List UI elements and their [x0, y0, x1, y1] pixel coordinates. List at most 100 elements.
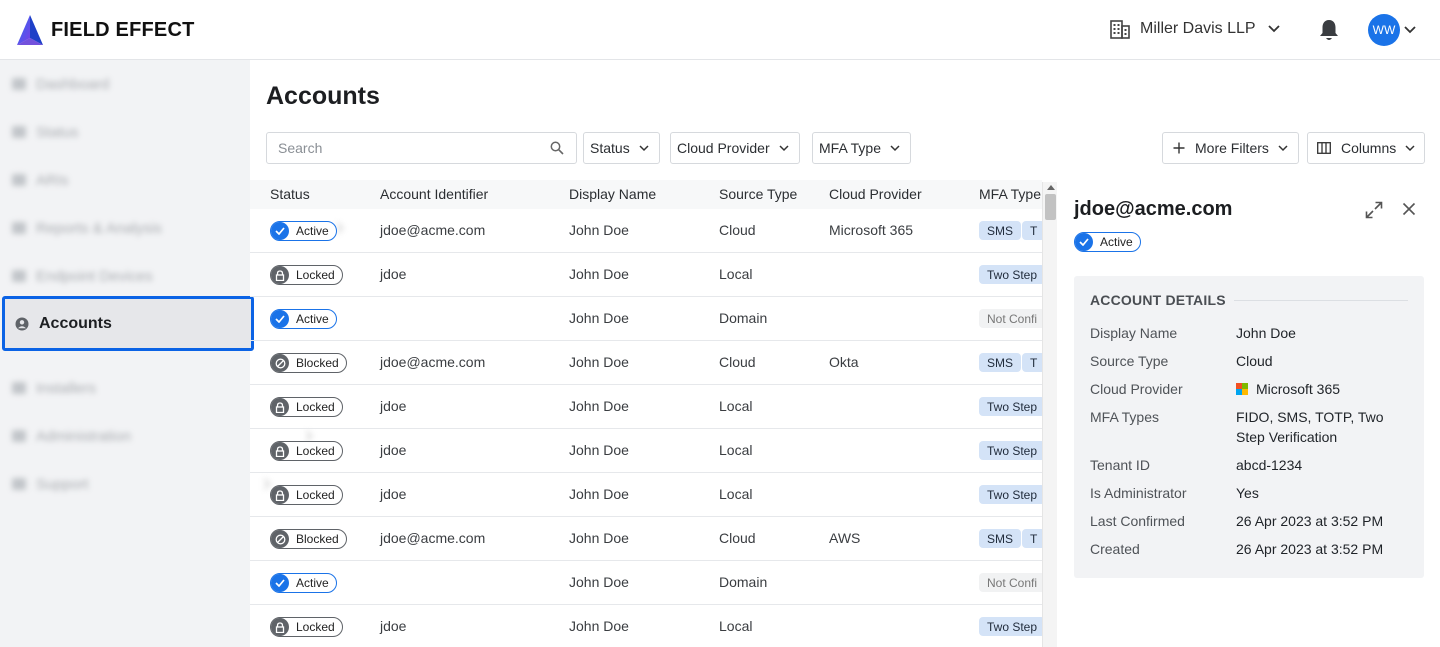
- mfa-chip: SMS: [979, 529, 1022, 548]
- field-value: John Doe: [1236, 325, 1296, 341]
- table-row[interactable]: Blocked jdoe@acme.com John Doe Cloud AWS SMS T: [250, 517, 1042, 561]
- detail-title: jdoe@acme.com: [1074, 198, 1233, 220]
- column-header-display-name[interactable]: Display Name: [569, 186, 656, 202]
- sidebar-item-administration[interactable]: Administration: [12, 424, 313, 448]
- mfa-chip: T: [1022, 221, 1042, 240]
- mfa-chip: Two Step: [979, 485, 1042, 504]
- organization-switcher[interactable]: Miller Davis LLP: [1110, 19, 1280, 39]
- mfa-chip: SMS: [979, 353, 1022, 372]
- expand-icon[interactable]: [1365, 201, 1383, 219]
- mfa-chip: T: [1022, 529, 1042, 548]
- more-filters-label: More Filters: [1195, 140, 1269, 156]
- source-type-cell: Local: [719, 442, 753, 458]
- user-menu[interactable]: WW: [1368, 14, 1416, 46]
- page-title: Accounts: [266, 82, 380, 110]
- brand-name: FIELD EFFECT: [51, 18, 195, 41]
- sidebar-item-installers[interactable]: Installers: [12, 376, 96, 400]
- sidebar-item-status[interactable]: Status: [12, 120, 79, 144]
- source-type-cell: Local: [719, 486, 753, 502]
- column-header-account-identifier[interactable]: Account Identifier: [380, 186, 488, 202]
- grid-icon: [12, 78, 26, 90]
- status-badge: Locked: [270, 485, 343, 505]
- close-icon[interactable]: [1402, 202, 1416, 216]
- column-header-status[interactable]: Status: [270, 186, 310, 202]
- status-badge-label: Locked: [296, 488, 335, 502]
- field-value-cloud-provider: Microsoft 365: [1236, 379, 1411, 399]
- account-details-heading: ACCOUNT DETAILS: [1090, 292, 1226, 308]
- status-badge: Locked: [270, 441, 343, 461]
- status-filter-dropdown[interactable]: Status: [583, 132, 660, 164]
- display-name-cell: John Doe: [569, 574, 629, 590]
- lock-icon: [271, 618, 289, 636]
- table-row[interactable]: Locked jdoe John Doe Local Two Step: [250, 385, 1042, 429]
- account-identifier-cell: jdoe: [380, 398, 407, 414]
- sidebar-item-accounts[interactable]: Accounts: [2, 296, 254, 351]
- columns-icon: [1317, 142, 1331, 154]
- blocked-icon: [271, 354, 289, 372]
- cloud-provider-cell: Okta: [829, 354, 859, 370]
- table-row[interactable]: Locked jdoe John Doe Local Two Step: [250, 429, 1042, 473]
- mfa-chip: SMS: [979, 221, 1022, 240]
- status-badge: Locked: [270, 265, 343, 285]
- account-identifier-cell: jdoe: [380, 442, 407, 458]
- table-row[interactable]: Locked jdoe John Doe Local Two Step: [250, 605, 1042, 647]
- field-label: Created: [1090, 541, 1140, 557]
- search-input[interactable]: [266, 132, 577, 164]
- table-row[interactable]: Active John Doe Domain Not Confi: [250, 297, 1042, 341]
- source-type-cell: Domain: [719, 310, 768, 326]
- table-row[interactable]: Blocked jdoe@acme.com John Doe Cloud Okta SMS…: [250, 341, 1042, 385]
- status-badge-label: Blocked: [296, 532, 339, 546]
- status-badge: Active: [270, 309, 337, 329]
- table-scrollbar[interactable]: [1042, 182, 1057, 647]
- account-identifier-cell: jdoe: [380, 618, 407, 634]
- scrollbar-thumb[interactable]: [1045, 194, 1056, 220]
- table-row[interactable]: Active jdoe@acme.com John Doe Cloud Microsof…: [250, 209, 1042, 253]
- sidebar-item-reports[interactable]: Reports & Analysis: [12, 216, 344, 240]
- more-filters-button[interactable]: More Filters: [1162, 132, 1299, 164]
- alert-icon: [12, 174, 26, 186]
- lock-icon: [271, 398, 289, 416]
- column-header-source-type[interactable]: Source Type: [719, 186, 797, 202]
- status-badge-label: Locked: [296, 444, 335, 458]
- notifications-bell-icon[interactable]: [1318, 18, 1340, 42]
- user-circle-icon: [15, 317, 29, 330]
- table-row[interactable]: Active John Doe Domain Not Confi: [250, 561, 1042, 605]
- field-label: Is Administrator: [1090, 485, 1187, 501]
- display-name-cell: John Doe: [569, 354, 629, 370]
- display-name-cell: John Doe: [569, 486, 629, 502]
- scroll-up-arrow-icon[interactable]: [1047, 185, 1055, 190]
- mfa-type-filter-dropdown[interactable]: MFA Type: [812, 132, 911, 164]
- table-row[interactable]: Locked jdoe John Doe Local Two Step: [250, 473, 1042, 517]
- sidebar-item-label: ARIs: [36, 171, 69, 189]
- field-value: Yes: [1236, 485, 1259, 501]
- source-type-cell: Local: [719, 266, 753, 282]
- sidebar-item-label: Dashboard: [36, 75, 110, 93]
- sidebar-item-label: Installers: [36, 379, 97, 397]
- lock-icon: [271, 266, 289, 284]
- sidebar: Dashboard Status ARIs Reports & Analysis…: [0, 60, 344, 647]
- sidebar-item-label: Reports & Analysis: [36, 219, 162, 237]
- mfa-chip: T: [1022, 353, 1042, 372]
- sidebar-item-endpoint-devices[interactable]: Endpoint Devices: [12, 264, 153, 288]
- chevron-down-icon: [639, 144, 649, 151]
- accounts-table: Status Account Identifier Display Name S…: [250, 180, 1042, 647]
- sidebar-item-support[interactable]: Support: [12, 472, 271, 496]
- column-header-cloud-provider[interactable]: Cloud Provider: [829, 186, 922, 202]
- column-header-mfa-type[interactable]: MFA Type: [979, 186, 1041, 202]
- cloud-provider-value: Microsoft 365: [1256, 381, 1341, 397]
- columns-button[interactable]: Columns: [1307, 132, 1426, 164]
- mfa-chip: Not Confi: [979, 309, 1042, 328]
- status-badge: Locked: [270, 397, 343, 417]
- field-label: Cloud Provider: [1090, 381, 1183, 397]
- status-badge-label: Active: [296, 312, 329, 326]
- brand-logo[interactable]: FIELD EFFECT: [16, 14, 195, 46]
- sidebar-item-label: Administration: [36, 427, 132, 445]
- display-name-cell: John Doe: [569, 310, 629, 326]
- sidebar-item-dashboard[interactable]: Dashboard: [12, 72, 109, 96]
- help-icon: [12, 478, 26, 490]
- table-row[interactable]: Locked jdoe John Doe Local Two Step: [250, 253, 1042, 297]
- lock-icon: [271, 442, 289, 460]
- sidebar-item-aris[interactable]: ARIs: [12, 168, 69, 192]
- status-badge-label: Active: [296, 576, 329, 590]
- cloud-provider-filter-dropdown[interactable]: Cloud Provider: [670, 132, 800, 164]
